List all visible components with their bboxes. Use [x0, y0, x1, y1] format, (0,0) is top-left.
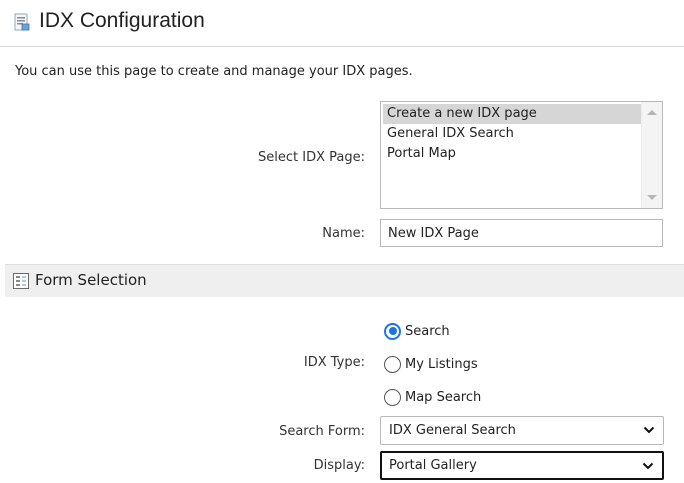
radio-label: My Listings	[405, 356, 478, 372]
radio-label: Map Search	[405, 389, 482, 405]
search-form-label: Search Form:	[279, 424, 365, 439]
idx-type-label: IDX Type:	[303, 355, 365, 370]
header-divider	[236, 0, 240, 46]
form-selection-section: Form Selection	[5, 264, 684, 297]
radio-map-search[interactable]: Map Search	[384, 386, 481, 408]
radio-button[interactable]	[384, 322, 401, 340]
page-icon	[14, 13, 30, 31]
display-select[interactable]: Portal Gallery	[380, 451, 664, 480]
page-header: IDX Configuration	[0, 0, 684, 47]
radio-search[interactable]: Search	[384, 320, 450, 342]
intro-text: You can use this page to create and mana…	[15, 64, 413, 79]
scroll-up-icon[interactable]	[647, 110, 657, 115]
select-value: Portal Gallery	[389, 458, 477, 473]
radio-button[interactable]	[384, 388, 401, 406]
idx-page-listbox[interactable]: Create a new IDX page General IDX Search…	[380, 101, 663, 209]
page-title: IDX Configuration	[39, 9, 205, 32]
display-label: Display:	[313, 458, 365, 473]
listbox-option[interactable]: Portal Map	[383, 144, 641, 164]
search-form-select[interactable]: IDX General Search	[380, 416, 664, 445]
listbox-option[interactable]: General IDX Search	[383, 124, 641, 144]
radio-my-listings[interactable]: My Listings	[384, 353, 478, 375]
listbox-items: Create a new IDX page General IDX Search…	[383, 104, 641, 164]
radio-label: Search	[405, 323, 450, 339]
radio-button[interactable]	[384, 355, 401, 373]
form-icon	[13, 273, 29, 289]
listbox-scrollbar[interactable]	[641, 102, 662, 208]
name-label: Name:	[322, 226, 365, 241]
name-input[interactable]	[380, 219, 663, 247]
chevron-down-icon	[643, 426, 655, 434]
select-value: IDX General Search	[389, 423, 516, 438]
chevron-down-icon	[642, 462, 654, 470]
listbox-option[interactable]: Create a new IDX page	[383, 104, 641, 124]
section-title: Form Selection	[35, 271, 147, 289]
select-idx-page-label: Select IDX Page:	[258, 150, 365, 165]
scroll-down-icon[interactable]	[647, 195, 657, 200]
